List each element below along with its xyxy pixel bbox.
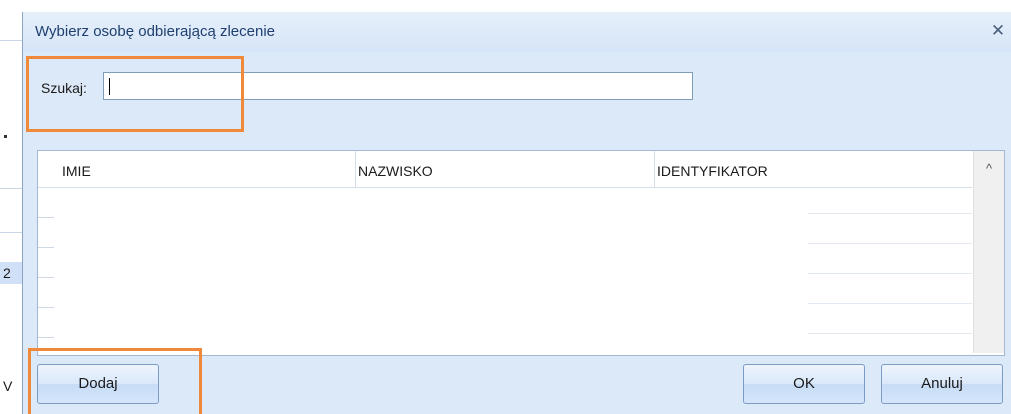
row-gridline bbox=[808, 273, 972, 274]
row-gridline bbox=[808, 333, 972, 334]
divider bbox=[0, 40, 22, 41]
row-gridline bbox=[808, 213, 972, 214]
chevron-up-icon[interactable]: ^ bbox=[974, 151, 1004, 187]
column-separator bbox=[355, 151, 356, 187]
divider bbox=[0, 232, 22, 233]
cancel-button[interactable]: Anuluj bbox=[881, 364, 1003, 404]
background-cell-text: V bbox=[3, 378, 13, 394]
dialog-titlebar: Wybierz osobę odbierającą zlecenie ✕ bbox=[23, 12, 1011, 52]
row-indicator bbox=[38, 247, 54, 248]
vertical-scrollbar[interactable]: ^ bbox=[973, 151, 1004, 353]
ok-button[interactable]: OK bbox=[743, 364, 865, 404]
background-cell-text: 2 bbox=[3, 265, 11, 281]
row-indicator bbox=[38, 337, 54, 338]
table-header: IMIE NAZWISKO IDENTYFIKATOR bbox=[38, 151, 972, 188]
divider bbox=[0, 188, 22, 189]
highlight-search-box bbox=[26, 56, 244, 132]
screen: 2 V Wybierz osobę odbierającą zlecenie ✕… bbox=[0, 0, 1011, 414]
people-table[interactable]: IMIE NAZWISKO IDENTYFIKATOR ^ bbox=[37, 150, 1005, 356]
close-icon[interactable]: ✕ bbox=[988, 20, 1008, 42]
row-gridline bbox=[808, 303, 972, 304]
dialog-title: Wybierz osobę odbierającą zlecenie bbox=[35, 23, 275, 40]
row-indicator bbox=[38, 277, 54, 278]
bullet bbox=[4, 135, 7, 138]
column-header-last-name[interactable]: NAZWISKO bbox=[358, 163, 433, 179]
column-header-first-name[interactable]: IMIE bbox=[62, 163, 91, 179]
highlight-add-button bbox=[28, 348, 202, 414]
row-indicator bbox=[38, 307, 54, 308]
row-indicator bbox=[38, 217, 54, 218]
row-gridline bbox=[808, 243, 972, 244]
column-separator bbox=[654, 151, 655, 187]
background-window-edge: 2 V bbox=[0, 0, 22, 414]
column-header-identifier[interactable]: IDENTYFIKATOR bbox=[657, 163, 768, 179]
